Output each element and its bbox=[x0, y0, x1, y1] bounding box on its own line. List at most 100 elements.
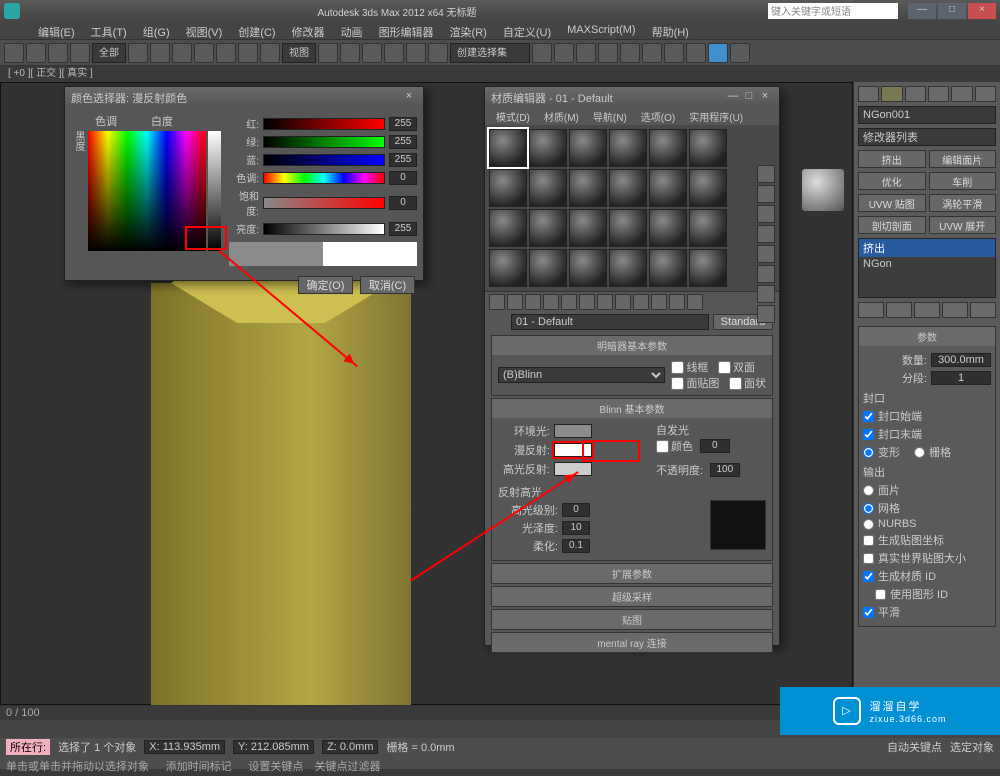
get-material-icon[interactable] bbox=[489, 294, 505, 310]
setkey-button[interactable]: 设置关键点 bbox=[248, 761, 303, 773]
morph-radio[interactable] bbox=[863, 447, 874, 458]
assign-icon[interactable] bbox=[525, 294, 541, 310]
pick-icon[interactable] bbox=[491, 314, 507, 330]
mat-menu-nav[interactable]: 导航(N) bbox=[586, 107, 634, 125]
btn-slice[interactable]: 剖切剖面 bbox=[858, 216, 926, 234]
soften-input[interactable]: 0.1 bbox=[562, 539, 590, 553]
twosided-checkbox[interactable] bbox=[718, 361, 731, 374]
speclevel-input[interactable]: 0 bbox=[562, 503, 590, 517]
btn-optimize[interactable]: 优化 bbox=[858, 172, 926, 190]
out-patch-radio[interactable] bbox=[863, 485, 874, 496]
wire-checkbox[interactable] bbox=[671, 361, 684, 374]
mat-min-icon[interactable]: — bbox=[725, 90, 741, 104]
rect-select-icon[interactable] bbox=[172, 43, 192, 63]
material-slot[interactable] bbox=[649, 249, 687, 287]
material-slot[interactable] bbox=[689, 129, 727, 167]
material-slot[interactable] bbox=[609, 209, 647, 247]
color-ok-button[interactable]: 确定(O) bbox=[298, 276, 353, 294]
material-slot[interactable] bbox=[489, 169, 527, 207]
display-tab-icon[interactable] bbox=[951, 86, 972, 102]
angle-snap-icon[interactable] bbox=[384, 43, 404, 63]
timetag-button[interactable]: 添加时间标记 bbox=[166, 761, 232, 773]
sample-type-icon[interactable] bbox=[757, 165, 775, 183]
layer-indicator[interactable]: 所在行: bbox=[6, 739, 50, 755]
spinner-snap-icon[interactable] bbox=[428, 43, 448, 63]
mat-close-icon[interactable]: × bbox=[757, 90, 773, 104]
uv-tile-icon[interactable] bbox=[757, 225, 775, 243]
mat-id-icon[interactable] bbox=[615, 294, 631, 310]
material-slot[interactable] bbox=[609, 169, 647, 207]
put-lib-icon[interactable] bbox=[597, 294, 613, 310]
reset-icon[interactable] bbox=[543, 294, 559, 310]
rollout-params-header[interactable]: 参数 bbox=[859, 327, 995, 346]
active-material-preview-icon[interactable] bbox=[801, 168, 845, 212]
utilities-tab-icon[interactable] bbox=[975, 86, 996, 102]
material-name-input[interactable] bbox=[511, 314, 709, 330]
object-name-input[interactable] bbox=[858, 106, 996, 124]
material-slot[interactable] bbox=[649, 169, 687, 207]
menu-customize[interactable]: 自定义(U) bbox=[495, 22, 559, 39]
genmat-checkbox[interactable] bbox=[863, 571, 874, 582]
show-end-icon[interactable] bbox=[886, 302, 912, 318]
pivot-icon[interactable] bbox=[318, 43, 338, 63]
btn-turbosmooth[interactable]: 涡轮平滑 bbox=[929, 194, 997, 212]
show-end-result-icon[interactable] bbox=[651, 294, 667, 310]
material-slot[interactable] bbox=[609, 129, 647, 167]
options-icon[interactable] bbox=[757, 285, 775, 303]
green-slider[interactable] bbox=[263, 136, 385, 148]
material-slot[interactable] bbox=[689, 249, 727, 287]
red-input[interactable]: 255 bbox=[389, 117, 417, 131]
amount-input[interactable]: 300.0mm bbox=[931, 353, 991, 367]
curve-editor-icon[interactable] bbox=[598, 43, 618, 63]
render-frame-icon[interactable] bbox=[686, 43, 706, 63]
render-setup-icon[interactable] bbox=[664, 43, 684, 63]
pin-stack-icon[interactable] bbox=[858, 302, 884, 318]
align-icon[interactable] bbox=[554, 43, 574, 63]
menu-maxscript[interactable]: MAXScript(M) bbox=[559, 22, 643, 39]
put-to-scene-icon[interactable] bbox=[507, 294, 523, 310]
move-icon[interactable] bbox=[216, 43, 236, 63]
make-unique-icon[interactable] bbox=[579, 294, 595, 310]
scale-icon[interactable] bbox=[260, 43, 280, 63]
sat-slider[interactable] bbox=[263, 197, 385, 209]
selonly-button[interactable]: 选定对象 bbox=[950, 739, 994, 755]
maximize-button[interactable]: □ bbox=[938, 3, 966, 19]
btn-editpatch[interactable]: 编辑面片 bbox=[929, 150, 997, 168]
hue-sat-picker[interactable] bbox=[88, 131, 206, 251]
mat-menu-util[interactable]: 实用程序(U) bbox=[682, 107, 750, 125]
mirror-icon[interactable] bbox=[532, 43, 552, 63]
render-icon[interactable] bbox=[708, 43, 728, 63]
snap-icon[interactable] bbox=[362, 43, 382, 63]
modifier-list-select[interactable] bbox=[858, 128, 996, 146]
val-slider[interactable] bbox=[263, 223, 385, 235]
realworld-checkbox[interactable] bbox=[863, 553, 874, 564]
genmap-checkbox[interactable] bbox=[863, 535, 874, 546]
rotate-icon[interactable] bbox=[238, 43, 258, 63]
coord-z[interactable]: 0.0mm bbox=[340, 741, 374, 753]
viewport-label[interactable]: [ +0 ][ 正交 ][ 真实 ] bbox=[0, 66, 1000, 82]
menu-grapheditors[interactable]: 图形编辑器 bbox=[371, 22, 442, 39]
minimize-button[interactable]: — bbox=[908, 3, 936, 19]
close-button[interactable]: × bbox=[968, 3, 996, 19]
mentalray-rollout[interactable]: mental ray 连接 bbox=[492, 633, 772, 652]
menu-rendering[interactable]: 渲染(R) bbox=[442, 22, 495, 39]
material-slot[interactable] bbox=[529, 129, 567, 167]
menu-group[interactable]: 组(G) bbox=[135, 22, 178, 39]
create-tab-icon[interactable] bbox=[858, 86, 879, 102]
menu-help[interactable]: 帮助(H) bbox=[644, 22, 697, 39]
sat-input[interactable]: 0 bbox=[389, 196, 417, 210]
val-input[interactable]: 255 bbox=[389, 222, 417, 236]
menu-modifiers[interactable]: 修改器 bbox=[284, 22, 333, 39]
out-mesh-radio[interactable] bbox=[863, 503, 874, 514]
selfillum-color-checkbox[interactable] bbox=[656, 440, 669, 453]
modify-tab-icon[interactable] bbox=[881, 86, 902, 102]
unique-icon[interactable] bbox=[914, 302, 940, 318]
hierarchy-tab-icon[interactable] bbox=[905, 86, 926, 102]
help-search-input[interactable]: 键入关键字或短语 bbox=[768, 3, 898, 19]
background-icon[interactable] bbox=[757, 205, 775, 223]
mat-menu-options[interactable]: 选项(O) bbox=[634, 107, 682, 125]
coord-x[interactable]: 113.935mm bbox=[163, 741, 220, 753]
material-slot[interactable] bbox=[689, 209, 727, 247]
material-slot[interactable] bbox=[649, 129, 687, 167]
go-sibling-icon[interactable] bbox=[687, 294, 703, 310]
